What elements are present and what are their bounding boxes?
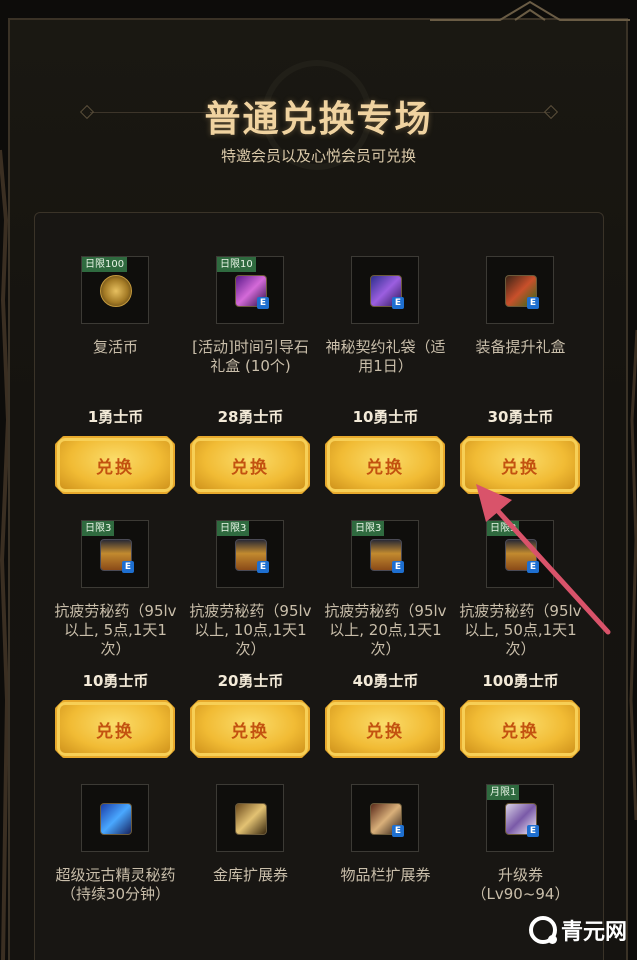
- limit-badge: 日限10: [217, 257, 256, 272]
- item-icon-frame[interactable]: E 月限1: [486, 784, 554, 852]
- item-name: 复活币: [92, 338, 138, 356]
- e-badge-icon: E: [392, 825, 404, 837]
- e-badge-icon: E: [527, 297, 539, 309]
- item-icon-frame[interactable]: E 日限3: [216, 520, 284, 588]
- item-name: 升级券（Lv90~94）: [471, 866, 570, 903]
- item-price: 30勇士币: [487, 408, 554, 426]
- e-badge-icon: E: [527, 825, 539, 837]
- item-price: 28勇士币: [217, 408, 284, 426]
- item-price: 10勇士币: [82, 672, 149, 690]
- site-watermark: 青元网: [528, 914, 627, 946]
- fatigue-potion-icon: E: [235, 539, 269, 573]
- e-badge-icon: E: [392, 297, 404, 309]
- limit-badge: 日限3: [487, 521, 520, 536]
- limit-badge: 月限1: [487, 785, 520, 800]
- item-name: 抗疲劳秘药（95lv以上, 5点,1天1次）: [54, 602, 177, 658]
- item-name: 物品栏扩展券: [340, 866, 431, 884]
- item-icon-frame[interactable]: E 日限3: [351, 520, 419, 588]
- item-name: 神秘契约礼袋（适用1日）: [325, 338, 446, 375]
- limit-badge: 日限100: [82, 257, 128, 272]
- exchange-item: E 日限3 抗疲劳秘药（95lv以上, 10点,1天1次） 20勇士币兑换: [183, 520, 318, 784]
- exchange-item: E 日限3 抗疲劳秘药（95lv以上, 50点,1天1次） 100勇士币兑换: [453, 520, 588, 784]
- e-badge-icon: E: [392, 561, 404, 573]
- item-name: 抗疲劳秘药（95lv以上, 50点,1天1次）: [459, 602, 582, 658]
- item-price: 20勇士币: [217, 672, 284, 690]
- revive-coin-icon: [100, 275, 132, 307]
- fatigue-potion-icon: E: [505, 539, 539, 573]
- item-name: 金库扩展券: [212, 866, 288, 884]
- exchange-item: 超级远古精灵秘药（持续30分钟）25勇士币: [48, 784, 183, 960]
- item-name: 抗疲劳秘药（95lv以上, 20点,1天1次）: [324, 602, 447, 658]
- item-icon-frame[interactable]: E 日限3: [81, 520, 149, 588]
- item-name: 超级远古精灵秘药（持续30分钟）: [55, 866, 176, 903]
- time-guide-stone-box-icon: E: [235, 275, 269, 309]
- exchange-button[interactable]: 兑换: [325, 700, 445, 758]
- exchange-item: E 装备提升礼盒 30勇士币兑换: [453, 256, 588, 520]
- watermark-text: 青元网: [560, 920, 627, 945]
- exchange-button[interactable]: 兑换: [190, 700, 310, 758]
- item-icon-frame[interactable]: [216, 784, 284, 852]
- mystery-contract-bag-icon: E: [370, 275, 404, 309]
- item-icon-frame[interactable]: 日限100: [81, 256, 149, 324]
- e-badge-icon: E: [257, 561, 269, 573]
- exchange-button[interactable]: 兑换: [55, 436, 175, 494]
- exchange-item: E物品栏扩展券150勇士币: [318, 784, 453, 960]
- exchange-item: 日限100 复活币 1勇士币兑换: [48, 256, 183, 520]
- exchange-grid: 日限100 复活币 1勇士币兑换 E 日限10 [活动]时间引导石礼盒 (10个) 28勇士…: [48, 256, 588, 960]
- item-price: 10勇士币: [352, 408, 419, 426]
- item-name: 装备提升礼盒: [475, 338, 566, 356]
- limit-badge: 日限3: [82, 521, 115, 536]
- item-name: 抗疲劳秘药（95lv以上, 10点,1天1次）: [189, 602, 312, 658]
- exchange-item: E 神秘契约礼袋（适用1日） 10勇士币兑换: [318, 256, 453, 520]
- section-header: 普通兑换专场 特邀会员以及心悦会员可兑换: [0, 60, 637, 190]
- exchange-button[interactable]: 兑换: [460, 700, 580, 758]
- exchange-item: E 日限3 抗疲劳秘药（95lv以上, 20点,1天1次） 40勇士币兑换: [318, 520, 453, 784]
- item-price: 100勇士币: [482, 672, 559, 690]
- exchange-button[interactable]: 兑换: [325, 436, 445, 494]
- item-icon-frame[interactable]: E: [486, 256, 554, 324]
- equipment-upgrade-box-icon: E: [505, 275, 539, 309]
- level-up-ticket-icon: E: [505, 803, 539, 837]
- page-subtitle: 特邀会员以及心悦会员可兑换: [220, 147, 416, 165]
- exchange-button[interactable]: 兑换: [55, 700, 175, 758]
- item-price: 1勇士币: [87, 408, 144, 426]
- ancient-elf-potion-icon: [100, 803, 132, 835]
- e-badge-icon: E: [527, 561, 539, 573]
- inventory-expansion-ticket-icon: E: [370, 803, 404, 837]
- fatigue-potion-icon: E: [370, 539, 404, 573]
- top-ornament: [430, 0, 630, 21]
- page-title: 普通兑换专场: [204, 99, 433, 140]
- item-name: [活动]时间引导石礼盒 (10个): [192, 338, 309, 375]
- item-price: 40勇士币: [352, 672, 419, 690]
- e-badge-icon: E: [122, 561, 134, 573]
- limit-badge: 日限3: [352, 521, 385, 536]
- item-icon-frame[interactable]: E: [351, 256, 419, 324]
- exchange-item: E 日限10 [活动]时间引导石礼盒 (10个) 28勇士币兑换: [183, 256, 318, 520]
- item-icon-frame[interactable]: E: [351, 784, 419, 852]
- vault-expansion-ticket-icon: [235, 803, 267, 835]
- exchange-button[interactable]: 兑换: [460, 436, 580, 494]
- exchange-item: 金库扩展券400勇士币: [183, 784, 318, 960]
- item-icon-frame[interactable]: [81, 784, 149, 852]
- limit-badge: 日限3: [217, 521, 250, 536]
- e-badge-icon: E: [257, 297, 269, 309]
- item-icon-frame[interactable]: E 日限10: [216, 256, 284, 324]
- fatigue-potion-icon: E: [100, 539, 134, 573]
- exchange-item: E 日限3 抗疲劳秘药（95lv以上, 5点,1天1次） 10勇士币兑换: [48, 520, 183, 784]
- watermark-logo-icon: [528, 916, 557, 944]
- item-icon-frame[interactable]: E 日限3: [486, 520, 554, 588]
- exchange-button[interactable]: 兑换: [190, 436, 310, 494]
